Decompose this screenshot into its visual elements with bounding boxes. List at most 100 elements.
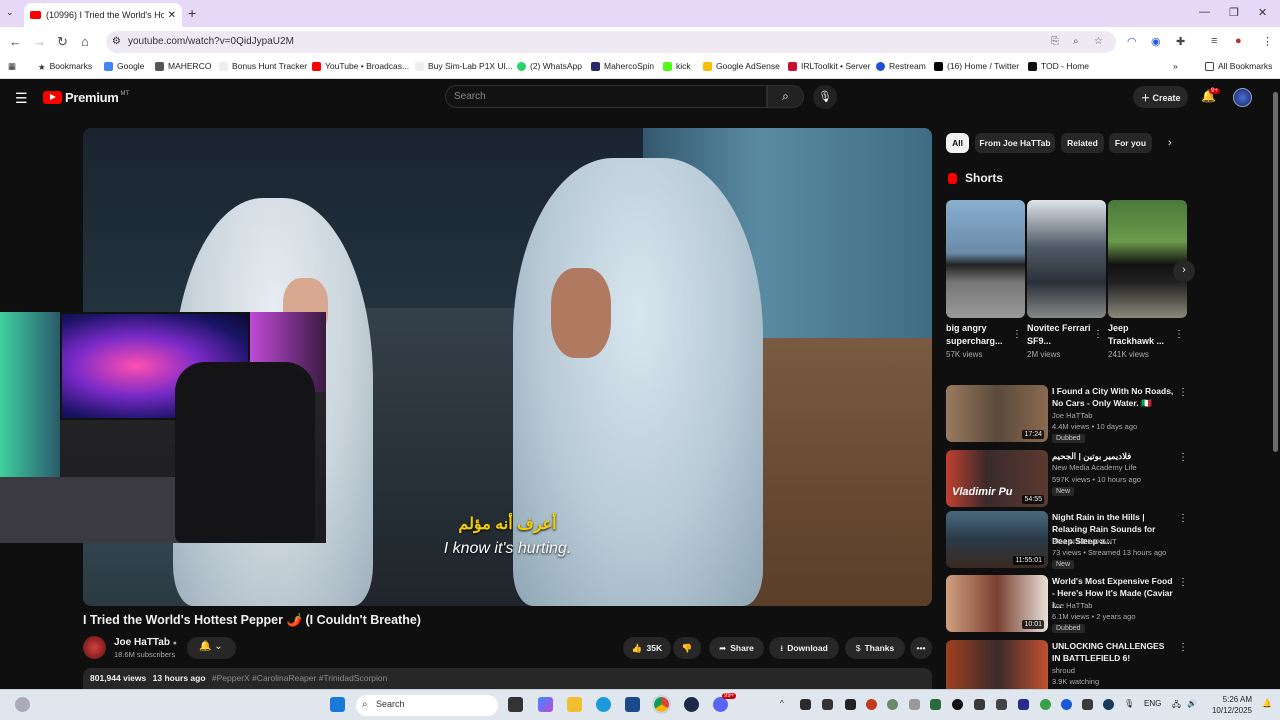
create-button[interactable]: ＋ Create	[1133, 86, 1188, 108]
chip-all[interactable]: All	[946, 133, 969, 153]
bookmark-item[interactable]: IRLToolkit • Server	[788, 61, 870, 71]
video-menu-icon[interactable]: ⋮	[1178, 642, 1186, 653]
tray-app-icon[interactable]	[952, 699, 963, 710]
extension-audio-icon[interactable]: ◉	[1151, 35, 1161, 48]
short-card[interactable]: big angry supercharg... 57K views ⋮	[946, 200, 1025, 359]
shorts-next-button[interactable]: ›	[1173, 260, 1195, 282]
more-actions-button[interactable]: •••	[910, 637, 932, 659]
scrollbar-thumb[interactable]	[1273, 92, 1278, 452]
widgets-icon[interactable]	[15, 697, 30, 712]
tray-app-icon[interactable]	[1040, 699, 1051, 710]
search-input[interactable]: Search	[445, 85, 767, 108]
zoom-icon[interactable]: ⌕	[1073, 36, 1079, 47]
discord-icon[interactable]	[713, 697, 728, 712]
reload-icon[interactable]: ↻	[57, 34, 68, 50]
bookmark-item[interactable]: YouTube • Broadcas...	[312, 61, 409, 71]
tray-app-icon[interactable]	[909, 699, 920, 710]
video-menu-icon[interactable]: ⋮	[1178, 513, 1188, 524]
extension-icon[interactable]: ◠	[1127, 35, 1137, 48]
store-icon[interactable]	[625, 697, 640, 712]
window-minimize-button[interactable]: —	[1199, 6, 1210, 18]
edge-icon[interactable]	[596, 697, 611, 712]
bookmark-item[interactable]: MahercoSpin	[591, 61, 654, 71]
search-button[interactable]: ⌕	[767, 85, 804, 108]
recommended-video[interactable]: 17:24 I Found a City With No Roads, No C…	[946, 385, 1188, 443]
tray-app-icon[interactable]	[822, 699, 833, 710]
hashtags[interactable]: #PepperX #CarolinaReaper #TrinidadScorpi…	[212, 673, 387, 683]
tab-close-icon[interactable]: ✕	[168, 10, 176, 21]
volume-icon[interactable]: 🔊	[1187, 699, 1197, 708]
download-button[interactable]: ⭳ Download	[769, 637, 839, 659]
copilot-icon[interactable]	[538, 697, 553, 712]
chip-related[interactable]: Related	[1061, 133, 1104, 153]
chrome-icon[interactable]	[652, 695, 671, 714]
bookmark-item[interactable]: Restream	[876, 61, 926, 71]
short-menu-icon[interactable]: ⋮	[1174, 329, 1184, 340]
channel-avatar[interactable]	[83, 636, 106, 659]
notification-center-icon[interactable]: 🔔	[1262, 699, 1272, 708]
bookmark-item[interactable]: Google	[104, 61, 144, 71]
address-bar[interactable]: ⚙ youtube.com/watch?v=0QidJypaU2M ⎘ ⌕ ☆	[106, 31, 1116, 53]
back-icon[interactable]: ←	[9, 34, 22, 49]
site-info-icon[interactable]: ⚙	[112, 36, 121, 47]
chip-for-you[interactable]: For you	[1109, 133, 1152, 153]
bookmark-item[interactable]: (2) WhatsApp	[517, 61, 582, 71]
system-clock[interactable]: 5:26 AM 10/12/2025	[1208, 694, 1252, 716]
home-icon[interactable]: ⌂	[81, 34, 89, 49]
short-menu-icon[interactable]: ⋮	[1012, 329, 1022, 340]
file-explorer-icon[interactable]	[567, 697, 582, 712]
steam-icon[interactable]	[684, 697, 699, 712]
bookmark-item[interactable]: TOD - Home	[1028, 61, 1089, 71]
bookmark-item[interactable]: (16) Home / Twitter	[934, 61, 1019, 71]
short-card[interactable]: Novitec Ferrari SF9... 2M views ⋮	[1027, 200, 1106, 359]
description-box[interactable]: 801,944 views 13 hours ago #PepperX #Car…	[83, 668, 932, 689]
task-view-icon[interactable]	[508, 697, 523, 712]
tray-chevron-icon[interactable]: ^	[780, 699, 784, 708]
hamburger-menu-icon[interactable]: ☰	[15, 90, 28, 107]
recommended-video[interactable]: 10:01 World's Most Expensive Food - Here…	[946, 575, 1188, 633]
extensions-puzzle-icon[interactable]: ✚	[1176, 35, 1185, 48]
steam-tray-icon[interactable]	[1103, 699, 1114, 710]
bookmark-item[interactable]: MAHERCO	[155, 61, 211, 71]
page-scrollbar[interactable]	[1270, 80, 1280, 689]
window-maximize-button[interactable]: ❐	[1229, 6, 1239, 19]
bluetooth-icon[interactable]	[1061, 699, 1072, 710]
media-icon[interactable]: ≡	[1211, 35, 1217, 47]
install-icon[interactable]: ⎘	[1051, 36, 1059, 47]
thanks-button[interactable]: $ Thanks	[845, 637, 905, 659]
bookmarks-overflow-icon[interactable]: »	[1173, 61, 1178, 71]
youtube-logo[interactable]: Premium MT	[43, 90, 129, 105]
tray-app-icon[interactable]	[866, 699, 877, 710]
recommended-video[interactable]: Vladimir Pu 54:55 فلاديمير بوتين | الجحيم…	[946, 450, 1188, 508]
subscribed-bell-button[interactable]: 🔔 ⌄	[187, 637, 236, 659]
browser-menu-icon[interactable]: ⋮	[1262, 35, 1273, 48]
like-button[interactable]: 👍 35K	[623, 637, 671, 659]
tray-app-icon[interactable]	[887, 699, 898, 710]
tray-app-icon[interactable]	[930, 699, 941, 710]
network-icon[interactable]: 🖧	[1172, 699, 1181, 713]
tray-app-icon[interactable]	[845, 699, 856, 710]
browser-tab-active[interactable]: (10996) I Tried the World's Hott ✕	[24, 3, 182, 27]
tray-app-icon[interactable]	[1082, 699, 1093, 710]
bookmark-item[interactable]: kick	[663, 61, 691, 71]
tray-app-icon[interactable]	[996, 699, 1007, 710]
microphone-tray-icon[interactable]: 🎙	[1124, 699, 1134, 708]
chip-from-channel[interactable]: From Joe HaTTab	[975, 133, 1055, 153]
bookmark-star-icon[interactable]: ☆	[1094, 36, 1103, 47]
language-indicator[interactable]: ENG	[1144, 699, 1161, 708]
bookmark-item[interactable]: Google AdSense	[703, 61, 780, 71]
account-avatar[interactable]	[1233, 88, 1252, 107]
short-menu-icon[interactable]: ⋮	[1093, 329, 1103, 340]
window-close-button[interactable]: ✕	[1258, 6, 1267, 19]
short-card[interactable]: Jeep Trackhawk ... 241K views ⋮	[1108, 200, 1187, 359]
tab-search-icon[interactable]: ⌄	[6, 7, 14, 18]
start-windows-icon[interactable]	[330, 697, 345, 712]
bookmark-item[interactable]: Buy Sim-Lab P1X Ul...	[415, 61, 513, 71]
chips-next-icon[interactable]: ›	[1168, 137, 1172, 149]
taskbar-search-input[interactable]: ⌕ Search	[356, 695, 498, 716]
tray-app-icon[interactable]	[974, 699, 985, 710]
bookmark-item[interactable]: ★ Bookmarks	[38, 61, 92, 72]
voice-search-button[interactable]: 🎙	[813, 85, 837, 109]
channel-name[interactable]: Joe HaTTab ●	[114, 637, 177, 648]
recommended-video[interactable]: UNLOCKING CHALLENGES IN BATTLEFIELD 6! s…	[946, 640, 1186, 689]
